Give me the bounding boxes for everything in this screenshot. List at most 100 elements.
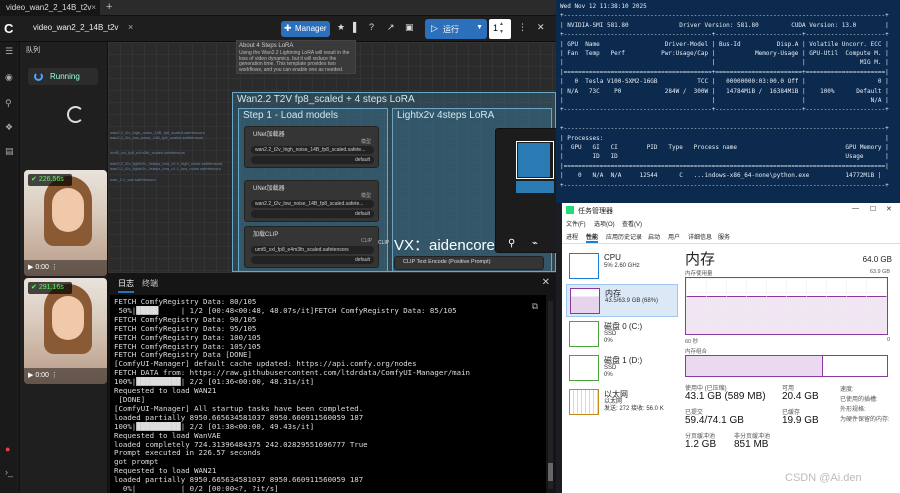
queue-icon[interactable]: ☰ [5, 46, 13, 57]
group-main-title: Wan2.2 T2V fp8_scaled + 4 steps LoRA [237, 94, 415, 105]
stat-paged-pool: 1.2 GB [685, 439, 717, 450]
sidebar-item-disk1[interactable]: 磁盘 1 (D:) SSD 0% [566, 352, 678, 385]
workflow-name[interactable]: video_wan2_2_14B_t2v [33, 23, 118, 32]
error-icon[interactable]: ● [5, 444, 10, 454]
link-text[interactable]: wan2.2_t2v_lightx2v_4steps_lora_v1.1_low… [110, 166, 221, 171]
smi-line: | GPU Name Driver-Model | Bus-Id Disp.A … [560, 40, 889, 48]
model-library-icon[interactable]: ❖ [5, 122, 13, 133]
meta-label: 外形规格: [840, 407, 866, 413]
link-off-icon[interactable]: ⌁ [532, 238, 538, 249]
clip-loader-node[interactable]: 加载CLIP CLIP umt5_xxl_fp8_e4m3fn_scaled.s… [244, 226, 379, 268]
task-manager-window: 任务管理器 — ☐ ✕ 文件(F) 选项(O) 查看(V) 进程 性能 应用历史… [562, 203, 900, 493]
weight-dtype-select[interactable]: default [251, 210, 374, 218]
sidebar-item-cpu[interactable]: CPU 5% 2.60 GHz [566, 250, 678, 283]
video-controls[interactable]: ▶ 0:00 ⋮ [24, 260, 107, 276]
help-icon[interactable]: ? [369, 22, 374, 32]
tab-performance[interactable]: 性能 [586, 232, 599, 243]
sidebar-icon-rail: ☰ ◉ ⚲ ❖ ▤ ● ›_ [0, 42, 20, 493]
unet-loader-node-2[interactable]: UNet加载器 模型 wan2.2_t2v_low_noise_14B_fp8_… [244, 180, 379, 222]
sidebar-item-disk0[interactable]: 磁盘 0 (C:) SSD 0% [566, 318, 678, 351]
sidebar-item-ethernet[interactable]: 以太网 以太网 发送: 272 接收: 56.0 K [566, 386, 678, 419]
link-text[interactable]: umt5_xxl_fp8_e4m3fn_scaled.safetensors [110, 150, 200, 155]
menu-file[interactable]: 文件(F) [566, 219, 586, 228]
weight-dtype-select[interactable]: default [251, 156, 374, 164]
link-text[interactable]: wan2.2_t2v_low_noise_14B_fp8_scaled.safe… [110, 135, 203, 140]
clip-name-select[interactable]: umt5_xxl_fp8_e4m3fn_scaled.safetensors [251, 246, 374, 254]
video-result-1[interactable]: ✔ 226.56s ▶ 0:00 ⋮ [24, 170, 107, 276]
note-node[interactable]: About 4 Steps LoRA Using the Wan2.2 Ligh… [236, 40, 356, 74]
tab-close-icon[interactable]: × [91, 3, 96, 12]
sidebar-item-memory[interactable]: 内存 43.5/63.9 GB (68%) [566, 284, 678, 317]
run-button[interactable]: ▷ 运行 ▼ [425, 19, 487, 39]
unet-loader-node-1[interactable]: UNet加载器 模型 wan2.2_t2v_high_noise_14B_fp8… [244, 126, 379, 168]
smi-line: +---------------------------------------… [560, 31, 889, 39]
eye-icon[interactable]: ◉ [5, 72, 13, 83]
sidebar-item-sub: 5% 2.60 GHz [604, 263, 640, 269]
minimap-block [516, 181, 554, 193]
bookmark-icon[interactable]: ▌ [353, 22, 359, 32]
node-title: UNet加载器 [253, 132, 285, 138]
tab-users[interactable]: 用户 [668, 232, 680, 241]
scrollbar-thumb[interactable] [548, 463, 553, 481]
terminal-output[interactable]: FETCH ComfyRegistry Data: 80/105 50%|███… [110, 295, 546, 493]
clip-type-select[interactable]: default [251, 256, 374, 264]
new-tab-button[interactable]: + [106, 1, 112, 13]
copy-icon[interactable]: ⧉ [532, 301, 538, 312]
scrollbar[interactable] [548, 301, 553, 489]
tab-workflow[interactable]: video_wan2_2_14B_t2v × [0, 0, 100, 16]
minimap[interactable]: ✕ [495, 128, 556, 253]
manager-button[interactable]: ✚ Manager [281, 21, 330, 37]
menu-options[interactable]: 选项(O) [594, 219, 615, 228]
comfy-logo-icon[interactable]: C [4, 21, 18, 36]
terminal-icon[interactable]: ›_ [5, 467, 13, 477]
stat-available: 20.4 GB [782, 391, 819, 402]
workflows-icon[interactable]: ▤ [5, 146, 14, 157]
maximize-icon[interactable]: ☐ [870, 205, 876, 213]
tab-logs[interactable]: 日志 [118, 278, 134, 293]
sidebar-item-label: CPU [604, 253, 621, 262]
chevron-down-icon[interactable]: ▼ [476, 24, 483, 31]
panel-icon[interactable]: ▣ [405, 22, 414, 33]
meta-label: 为硬件保留的内存: [840, 417, 890, 423]
more-icon[interactable]: ⋮ [518, 22, 527, 33]
menu-view[interactable]: 查看(V) [622, 219, 642, 228]
video-controls[interactable]: ▶ 0:00 ⋮ [24, 368, 107, 384]
node-canvas[interactable]: About 4 Steps LoRA Using the Wan2.2 Ligh… [108, 40, 556, 272]
composition-label: 内存组合 [685, 349, 708, 355]
tab-startup[interactable]: 启动 [648, 232, 660, 241]
unet-name-select[interactable]: wan2.2_t2v_high_noise_14B_fp8_scaled.saf… [251, 146, 374, 154]
close-icon[interactable]: ✕ [886, 205, 892, 213]
tab-details[interactable]: 详细信息 [688, 232, 712, 241]
smi-line: | ID ID Usage | [560, 153, 889, 161]
disk0-mini-graph [569, 321, 599, 347]
running-label: Running [50, 72, 80, 81]
link-text[interactable]: wan_2.1_vae.safetensors [110, 177, 200, 182]
axis-right-label: 0 [886, 337, 890, 343]
ethernet-mini-graph [569, 389, 599, 415]
tab-bar: 进程 性能 应用历史记录 启动 用户 详细信息 服务 [562, 231, 900, 244]
duration-text: 291.16s [38, 284, 64, 291]
node-library-icon[interactable]: ⚲ [5, 98, 12, 109]
video-result-2[interactable]: ✔ 291.16s ▶ 0:00 ⋮ [24, 278, 107, 384]
puzzle-icon: ✚ [284, 23, 292, 33]
clip-text-encode-node[interactable]: CLIP Text Encode (Positive Prompt) [394, 256, 544, 270]
stepper-arrows-icon[interactable]: ▲ ▼ [499, 20, 504, 36]
queue-title: 队列 [26, 47, 40, 54]
close-icon[interactable]: ✕ [537, 22, 545, 33]
unet-name-select[interactable]: wan2.2_t2v_low_noise_14B_fp8_scaled.safe… [251, 200, 374, 208]
memory-usage-graph [685, 277, 888, 335]
minimize-icon[interactable]: — [852, 205, 859, 212]
meta-label: 速度: [840, 387, 854, 393]
close-icon[interactable]: ✕ [542, 277, 550, 288]
terminal-line: 0%| | 0/2 [00:00<?, ?it/s] [114, 484, 279, 493]
tab-app-history[interactable]: 应用历史记录 [606, 232, 642, 241]
tab-services[interactable]: 服务 [718, 232, 730, 241]
workflow-close-icon[interactable]: × [128, 22, 133, 32]
share-icon[interactable]: ↗ [387, 22, 395, 33]
star-icon[interactable]: ★ [337, 22, 345, 33]
pin-icon[interactable]: ⚲ [508, 238, 515, 249]
tab-terminal[interactable]: 终端 [142, 278, 158, 289]
sidebar-item-sub: 43.5/63.9 GB (68%) [605, 298, 659, 304]
tab-processes[interactable]: 进程 [566, 232, 578, 241]
running-task[interactable]: Running [28, 68, 98, 85]
